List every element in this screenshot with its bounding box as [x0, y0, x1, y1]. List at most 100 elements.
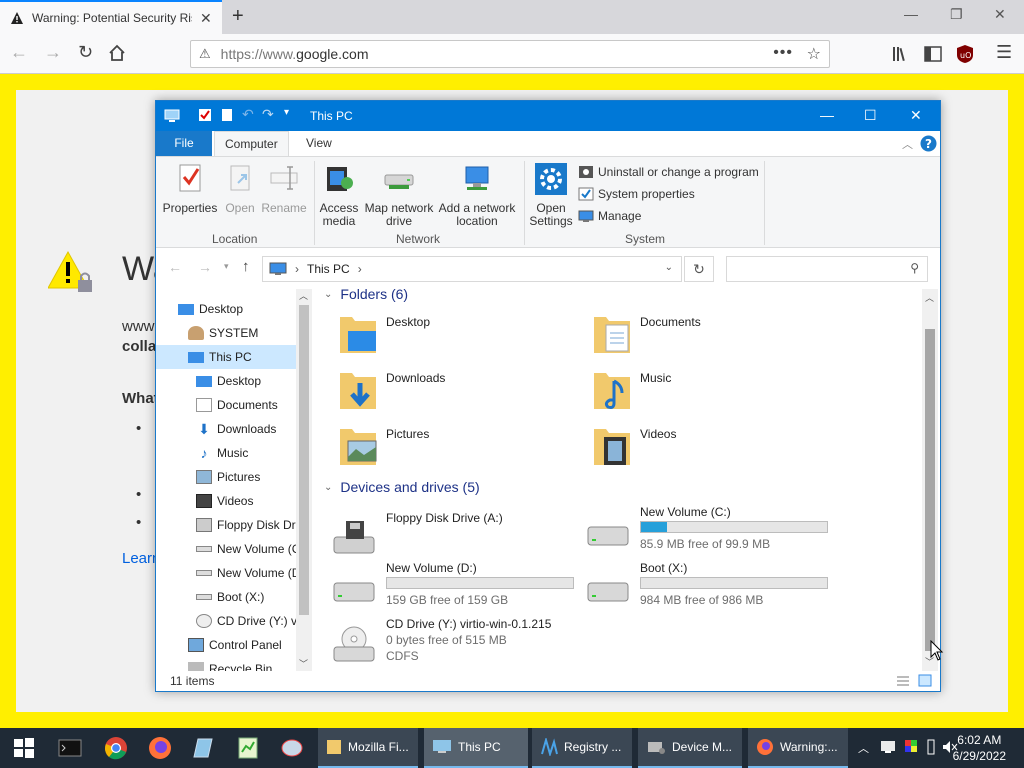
back-button[interactable]: ←: [168, 259, 182, 275]
folder-documents[interactable]: Documents: [570, 311, 810, 359]
chrome-icon[interactable]: [104, 736, 128, 760]
collapse-ribbon-icon[interactable]: ︿: [902, 136, 913, 152]
add-network-location-button[interactable]: Add a network location: [438, 163, 516, 228]
taskbar-item-firefox-window[interactable]: Mozilla Fi...: [318, 728, 418, 768]
open-button[interactable]: Open: [222, 163, 258, 215]
redo-icon[interactable]: ↷: [262, 106, 274, 123]
nav-item-downloads[interactable]: ⬇ Downloads: [156, 417, 296, 441]
drive-cd-y[interactable]: CD Drive (Y:) virtio-win-0.1.215 0 bytes…: [316, 617, 566, 671]
ublock-icon[interactable]: uO: [956, 44, 974, 64]
nav-item-videos[interactable]: Videos: [156, 489, 296, 513]
browser-tab[interactable]: Warning: Potential Security Risk Ahead ✕: [0, 0, 222, 34]
app-icon[interactable]: [280, 736, 304, 760]
address-dropdown-icon[interactable]: ⌄: [665, 262, 673, 273]
drive-d[interactable]: New Volume (D:) 159 GB free of 159 GB: [316, 561, 574, 613]
nav-item-desktop[interactable]: Desktop: [156, 297, 296, 321]
terminal-icon[interactable]: [58, 736, 82, 760]
network-tray-icon[interactable]: [880, 740, 896, 754]
nav-item-this-pc[interactable]: This PC: [156, 345, 296, 369]
address-bar[interactable]: › This PC › ⌄: [262, 256, 682, 282]
nav-item-floppy[interactable]: Floppy Disk Dri: [156, 513, 298, 537]
folder-pictures[interactable]: Pictures: [316, 423, 556, 471]
folder-downloads[interactable]: Downloads: [316, 367, 556, 415]
drive-c[interactable]: New Volume (C:) 85.9 MB free of 99.9 MB: [570, 505, 828, 557]
tab-computer[interactable]: Computer: [214, 131, 289, 156]
help-icon[interactable]: ?: [920, 135, 937, 152]
taskbar-item-warning[interactable]: Warning:...: [748, 728, 848, 768]
drives-section-header[interactable]: ⌄ Devices and drives (5): [324, 479, 480, 495]
nav-scrollbar[interactable]: ︿ ﹀: [296, 289, 312, 671]
nav-item-documents[interactable]: Documents: [156, 393, 296, 417]
drive-boot-x[interactable]: Boot (X:) 984 MB free of 986 MB: [570, 561, 828, 613]
windows-start-icon[interactable]: [12, 736, 36, 760]
maximize-icon[interactable]: ☐: [864, 107, 877, 124]
new-folder-qa-icon[interactable]: [220, 108, 234, 122]
bookmark-star-icon[interactable]: ☆: [807, 44, 821, 64]
search-input[interactable]: ⚲: [726, 256, 928, 282]
usb-tray-icon[interactable]: [926, 739, 936, 755]
undo-icon[interactable]: ↶: [242, 106, 254, 123]
close-icon[interactable]: ✕: [910, 107, 922, 124]
forward-button[interactable]: →: [198, 259, 212, 275]
app-tray-icon[interactable]: [904, 739, 918, 755]
scrollbar-thumb[interactable]: [925, 329, 935, 651]
properties-qa-icon[interactable]: [198, 108, 212, 122]
details-view-icon[interactable]: [896, 675, 910, 687]
url-bar[interactable]: ⚠ https://www.google.com ••• ☆: [190, 40, 830, 68]
minimize-icon[interactable]: —: [820, 107, 834, 123]
taskbar-item-registry[interactable]: Registry ...: [532, 728, 632, 768]
manage-button[interactable]: Manage: [578, 209, 641, 223]
restore-icon[interactable]: ❐: [950, 6, 963, 23]
reload-button[interactable]: ↻: [78, 42, 93, 63]
nav-item-drive-c[interactable]: New Volume (C: [156, 537, 300, 561]
show-hidden-icons-icon[interactable]: ︿: [858, 740, 869, 756]
nav-item-desktop-folder[interactable]: Desktop: [156, 369, 296, 393]
library-icon[interactable]: [892, 46, 910, 62]
close-tab-icon[interactable]: ✕: [200, 10, 212, 27]
up-button[interactable]: ↑: [242, 258, 250, 275]
large-icons-view-icon[interactable]: [918, 674, 932, 687]
nav-item-boot-x[interactable]: Boot (X:): [156, 585, 296, 609]
forward-button[interactable]: →: [44, 42, 62, 63]
customize-qa-icon[interactable]: ▾: [284, 107, 289, 118]
folders-section-header[interactable]: ⌄ Folders (6): [324, 289, 408, 302]
taskbar-item-device-manager[interactable]: Device M...: [638, 728, 742, 768]
nav-item-drive-d[interactable]: New Volume (D: [156, 561, 300, 585]
taskbar-item-this-pc[interactable]: This PC: [424, 728, 528, 768]
tab-view[interactable]: View: [296, 131, 342, 156]
open-settings-button[interactable]: Open Settings: [528, 163, 574, 228]
explorer-title-bar[interactable]: ↶ ↷ ▾ This PC — ☐ ✕: [156, 101, 940, 131]
firefox-icon[interactable]: [148, 736, 172, 760]
home-icon[interactable]: [108, 44, 126, 62]
page-actions-icon[interactable]: •••: [773, 44, 793, 62]
scrollbar-thumb[interactable]: [299, 305, 309, 615]
folder-desktop[interactable]: Desktop: [316, 311, 556, 359]
app-icon[interactable]: [192, 736, 216, 760]
minimize-icon[interactable]: —: [904, 6, 918, 22]
folder-videos[interactable]: Videos: [570, 423, 810, 471]
recent-locations-icon[interactable]: ▾: [224, 261, 229, 272]
folder-music[interactable]: Music: [570, 367, 810, 415]
nav-item-control-panel[interactable]: Control Panel: [156, 633, 296, 657]
close-window-icon[interactable]: ✕: [994, 6, 1006, 23]
rename-button[interactable]: Rename: [260, 163, 308, 215]
refresh-button[interactable]: ↻: [684, 256, 714, 282]
content-scrollbar[interactable]: ︿ ﹀: [922, 289, 938, 671]
nav-item-cd-drive[interactable]: CD Drive (Y:) vi: [156, 609, 300, 633]
uninstall-program-button[interactable]: Uninstall or change a program: [578, 165, 759, 179]
map-network-drive-button[interactable]: Map network drive: [362, 163, 436, 228]
security-warning-icon[interactable]: ⚠: [199, 46, 211, 62]
sidebar-icon[interactable]: [924, 46, 942, 62]
back-button[interactable]: ←: [10, 42, 28, 63]
access-media-button[interactable]: Access media: [318, 163, 360, 228]
tab-file[interactable]: File: [156, 131, 212, 156]
spreadsheet-icon[interactable]: [236, 736, 260, 760]
nav-item-recycle-bin[interactable]: Recycle Bin: [156, 657, 296, 671]
new-tab-button[interactable]: +: [232, 5, 244, 28]
nav-item-music[interactable]: ♪ Music: [156, 441, 296, 465]
drive-floppy-a[interactable]: Floppy Disk Drive (A:): [316, 511, 566, 563]
clock[interactable]: 6:02 AM 6/29/2022: [953, 732, 1006, 764]
menu-icon[interactable]: ☰: [996, 42, 1012, 63]
nav-item-system[interactable]: SYSTEM: [156, 321, 296, 345]
nav-item-pictures[interactable]: Pictures: [156, 465, 296, 489]
